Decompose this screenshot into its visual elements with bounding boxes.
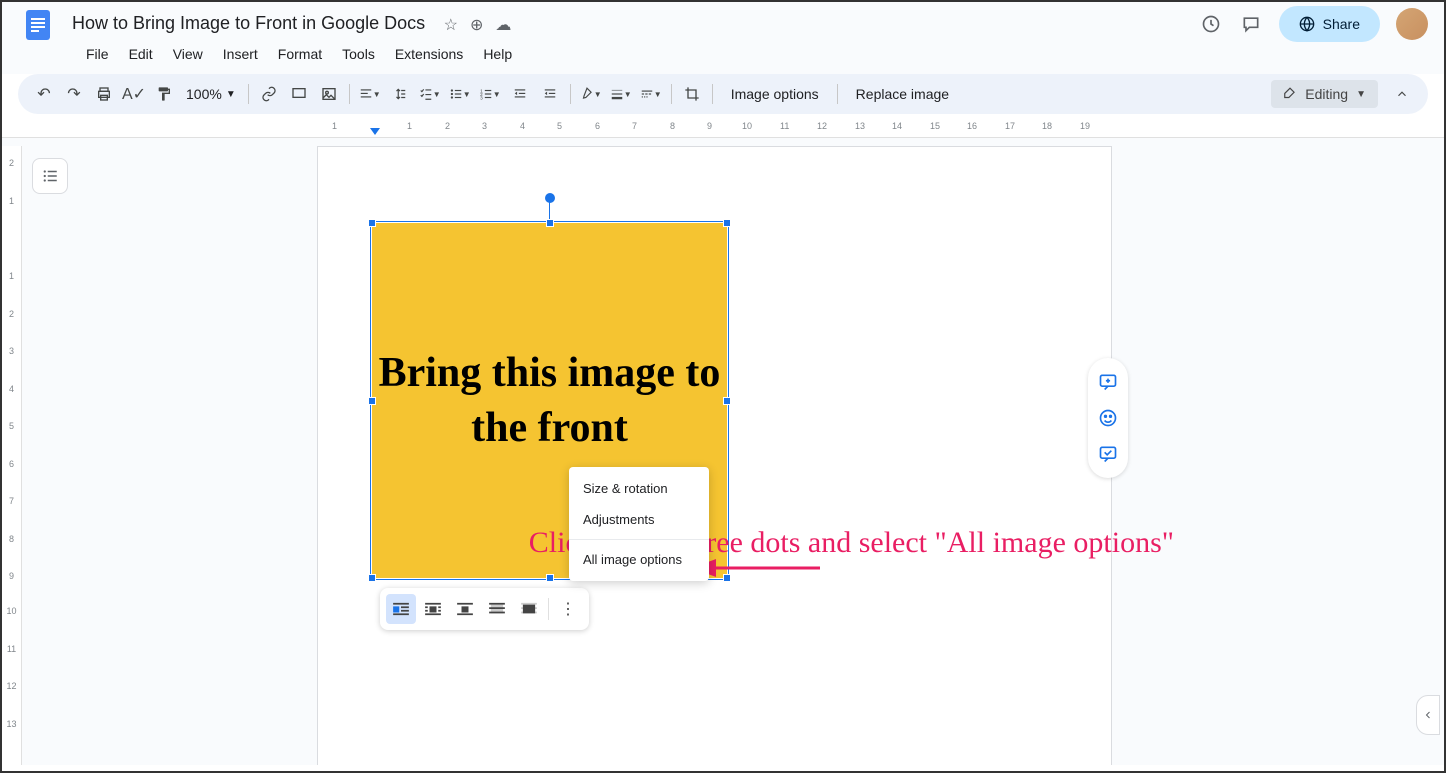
resize-handle-bl[interactable] — [368, 574, 376, 582]
rotate-handle[interactable] — [545, 193, 555, 203]
side-panel-expand-button[interactable] — [1416, 695, 1440, 735]
star-icon[interactable]: ☆ — [444, 15, 458, 35]
menu-extensions[interactable]: Extensions — [387, 42, 471, 66]
svg-text:3: 3 — [480, 95, 483, 100]
increase-indent-button[interactable] — [536, 80, 564, 108]
image-button[interactable] — [315, 80, 343, 108]
bullet-list-button[interactable]: ▼ — [446, 80, 474, 108]
wrap-break-button[interactable] — [450, 594, 480, 624]
image-options-button[interactable]: Image options — [719, 80, 831, 108]
decrease-indent-button[interactable] — [506, 80, 534, 108]
menu-file[interactable]: File — [78, 42, 117, 66]
align-button[interactable]: ▼ — [356, 80, 384, 108]
ctx-adjustments[interactable]: Adjustments — [569, 504, 709, 535]
resize-handle-tr[interactable] — [723, 219, 731, 227]
resize-handle-tm[interactable] — [546, 219, 554, 227]
zoom-dropdown[interactable]: 100% ▼ — [180, 86, 242, 102]
print-button[interactable] — [90, 80, 118, 108]
wrap-front-button[interactable] — [514, 594, 544, 624]
menu-help[interactable]: Help — [475, 42, 520, 66]
redo-button[interactable]: ↷ — [60, 80, 88, 108]
crop-button[interactable] — [678, 80, 706, 108]
paint-format-button[interactable] — [150, 80, 178, 108]
menu-format[interactable]: Format — [270, 42, 330, 66]
add-comment-button[interactable] — [1092, 366, 1124, 398]
menu-view[interactable]: View — [165, 42, 211, 66]
ctx-all-image-options[interactable]: All image options — [569, 544, 709, 575]
border-color-button[interactable]: ▼ — [577, 80, 605, 108]
border-dash-button[interactable]: ▼ — [637, 80, 665, 108]
comments-icon[interactable] — [1239, 12, 1263, 36]
link-button[interactable] — [255, 80, 283, 108]
ctx-size-rotation[interactable]: Size & rotation — [569, 473, 709, 504]
image-layout-toolbar: ⋮ — [380, 588, 589, 630]
suggest-edits-button[interactable] — [1092, 438, 1124, 470]
wrap-text-button[interactable] — [418, 594, 448, 624]
vertical-ruler: 2 1 1 2 3 4 5 6 7 8 9 10 11 12 13 — [2, 146, 22, 765]
move-icon[interactable]: ⊕ — [470, 15, 483, 35]
numbered-list-button[interactable]: 123 ▼ — [476, 80, 504, 108]
doc-title[interactable]: How to Bring Image to Front in Google Do… — [66, 11, 431, 35]
checklist-button[interactable]: ▼ — [416, 80, 444, 108]
outline-toggle-button[interactable] — [32, 158, 68, 194]
image-text: Bring this image to the front — [372, 346, 727, 455]
border-weight-button[interactable]: ▼ — [607, 80, 635, 108]
user-avatar[interactable] — [1396, 8, 1428, 40]
toolbar-expand-button[interactable] — [1388, 80, 1416, 108]
history-icon[interactable] — [1199, 12, 1223, 36]
undo-button[interactable]: ↶ — [30, 80, 58, 108]
image-context-menu: Size & rotation Adjustments All image op… — [569, 467, 709, 581]
side-actions-panel — [1088, 358, 1128, 478]
menu-insert[interactable]: Insert — [215, 42, 266, 66]
wrap-inline-button[interactable] — [386, 594, 416, 624]
resize-handle-tl[interactable] — [368, 219, 376, 227]
docs-logo-icon[interactable] — [18, 4, 58, 44]
line-spacing-button[interactable] — [386, 80, 414, 108]
editing-mode-button[interactable]: Editing ▼ — [1271, 80, 1378, 108]
replace-image-button[interactable]: Replace image — [844, 80, 961, 108]
more-options-button[interactable]: ⋮ — [553, 594, 583, 624]
toolbar: ↶ ↷ A✓ 100% ▼ ▼ ▼ ▼ 123 ▼ ▼ ▼ ▼ Image op… — [18, 74, 1428, 114]
spellcheck-button[interactable]: A✓ — [120, 80, 148, 108]
resize-handle-mr[interactable] — [723, 397, 731, 405]
menu-bar: File Edit View Insert Format Tools Exten… — [18, 40, 1428, 74]
menu-edit[interactable]: Edit — [121, 42, 161, 66]
comment-button[interactable] — [285, 80, 313, 108]
resize-handle-ml[interactable] — [368, 397, 376, 405]
horizontal-ruler: 1 1 2 3 4 5 6 7 8 9 10 11 12 13 14 15 16… — [2, 118, 1444, 138]
cloud-icon[interactable]: ☁ — [495, 15, 511, 35]
emoji-reaction-button[interactable] — [1092, 402, 1124, 434]
resize-handle-bm[interactable] — [546, 574, 554, 582]
wrap-behind-button[interactable] — [482, 594, 512, 624]
menu-tools[interactable]: Tools — [334, 42, 383, 66]
share-button[interactable]: Share — [1279, 6, 1380, 42]
indent-marker[interactable] — [370, 128, 380, 135]
